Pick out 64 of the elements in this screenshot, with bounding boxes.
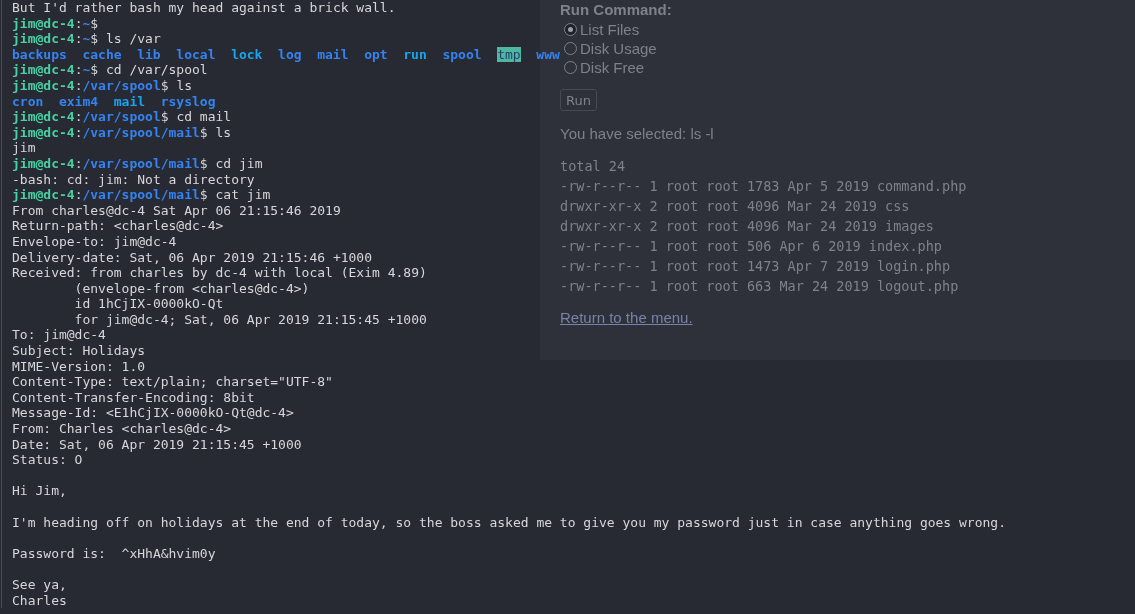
terminal-line: Subject: Holidays xyxy=(12,343,146,359)
directory-entry: cron xyxy=(12,93,44,110)
directory-entry: mail xyxy=(113,93,146,110)
terminal-line: Status: O xyxy=(12,452,83,468)
directory-entry: backups xyxy=(12,46,67,63)
terminal-line: jim@dc-4:/var/spool$ ls xyxy=(12,77,193,94)
terminal-line: Received: from charles by dc-4 with local (Exim 4.89) xyxy=(12,265,427,281)
terminal-line: Date: Sat, 06 Apr 2019 21:15:45 +1000 xyxy=(12,436,302,453)
terminal-line: jim@dc-4:~$ xyxy=(12,15,99,32)
terminal-line: -bash: cd: jim: Not a directory xyxy=(12,171,255,188)
terminal-line: Content-Transfer-Encoding: 8bit xyxy=(12,389,255,406)
listing-line: -rw-r--r-- 1 root root 663 Mar 24 2019 logout.php xyxy=(560,277,960,296)
terminal-line: From charles@dc-4 Sat Apr 06 21:15:46 2019 xyxy=(12,202,341,219)
terminal-line: Content-Type: text/plain; charset="UTF-8" xyxy=(12,374,333,390)
selection-text: You have selected: ls -l xyxy=(560,124,714,144)
terminal-line: But I'd rather bash my head against a brick wall. xyxy=(12,0,396,16)
terminal-line: To: jim@dc-4 xyxy=(12,327,106,344)
terminal-line: jim xyxy=(12,140,36,156)
terminal-line: Envelope-to: jim@dc-4 xyxy=(12,233,177,250)
terminal-line: jim@dc-4:/var/spool/mail$ ls xyxy=(12,124,232,141)
terminal-line: jim@dc-4:/var/spool/mail$ cd jim xyxy=(12,155,263,172)
terminal-line: From: Charles <charles@dc-4> xyxy=(12,421,232,437)
listing-line: -rw-r--r-- 1 root root 1473 Apr 7 2019 login.php xyxy=(560,257,952,276)
directory-entry: tmp xyxy=(497,46,521,63)
listing-line: drwxr-xr-x 2 root root 4096 Mar 24 2019 images xyxy=(560,217,935,236)
terminal-line: Return-path: <charles@dc-4> xyxy=(12,218,224,234)
terminal-line: id 1hCjIX-0000kO-Qt xyxy=(73,296,224,312)
listing-line: drwxr-xr-x 2 root root 4096 Mar 24 2019 css xyxy=(560,197,911,216)
terminal-line: for jim@dc-4; Sat, 06 Apr 2019 21:15:45 +1000 xyxy=(73,311,427,328)
terminal-line: jim@dc-4:~$ ls /var xyxy=(12,31,161,47)
listing-line: total 24 xyxy=(560,157,627,176)
directory-entry: www xyxy=(536,46,560,63)
terminal-line: Message-Id: <E1hCjIX-0000kO-Qt@dc-4> xyxy=(12,405,294,422)
directory-entry: lock xyxy=(231,46,263,63)
terminal-line: Charles xyxy=(12,592,67,609)
listing-line: -rw-r--r-- 1 root root 1783 Apr 5 2019 command.php xyxy=(560,177,967,196)
directory-entry: exim4 xyxy=(58,93,99,110)
directory-entry: rsyslog xyxy=(160,93,216,110)
directory-entry: spool xyxy=(442,46,482,63)
terminal-line: (envelope-from <charles@dc-4>) xyxy=(73,280,310,297)
terminal-line: I'm heading off on holidays at the end of today, so the boss asked me to give you my password just in case anything goes wrong. xyxy=(12,514,1006,531)
form-heading: Run Command: xyxy=(560,0,672,20)
directory-entry: lib xyxy=(137,46,161,63)
listing-line: -rw-r--r-- 1 root root 506 Apr 6 2019 index.php xyxy=(560,237,943,256)
terminal-line: Password is: ^xHhA&hvim0y xyxy=(12,545,216,562)
terminal-line: Delivery-date: Sat, 06 Apr 2019 21:15:46 +1000 xyxy=(12,249,373,266)
directory-entry: local xyxy=(176,46,216,63)
radio-label: List Files xyxy=(580,21,640,38)
directory-entry: mail xyxy=(317,46,349,63)
terminal-line: Hi Jim, xyxy=(12,483,67,499)
radio-button[interactable] xyxy=(564,23,577,36)
terminal-line: jim@dc-4:/var/spool$ cd mail xyxy=(12,109,232,125)
terminal-line: See ya, xyxy=(12,576,67,593)
directory-entry: log xyxy=(278,46,302,63)
radio-label: Disk Usage xyxy=(580,40,657,57)
terminal-line: jim@dc-4:/var/spool/mail$ cat jim xyxy=(12,187,271,203)
run-button[interactable]: Run xyxy=(560,89,597,111)
terminal-line: jim@dc-4:~$ cd /var/spool xyxy=(12,62,208,78)
directory-entry: cache xyxy=(82,46,122,63)
directory-entry: run xyxy=(403,46,427,63)
terminal-line: MIME-Version: 1.0 xyxy=(12,358,146,375)
menu-link[interactable]: Return to the menu. xyxy=(560,308,693,328)
directory-entry: opt xyxy=(364,46,388,63)
radio-label: Disk Free xyxy=(580,59,645,76)
